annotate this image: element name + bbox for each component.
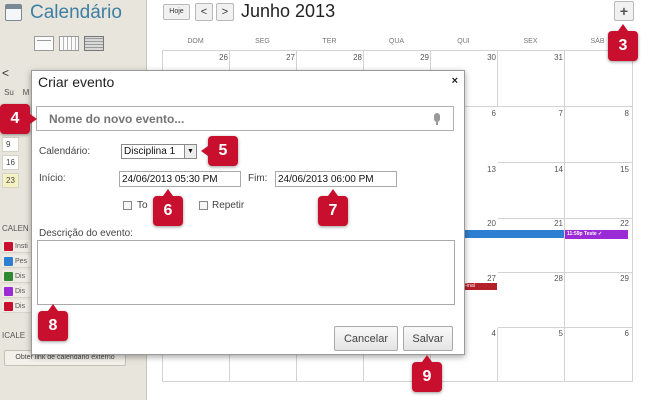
- start-datetime-input[interactable]: [119, 171, 241, 187]
- mini-weekday-header: Su: [4, 88, 14, 97]
- calendar-icon: [5, 4, 22, 21]
- create-event-dialog: Criar evento × Calendário: Disciplina 1 …: [31, 70, 465, 355]
- day-number: 15: [620, 165, 629, 174]
- day-number: 21: [554, 219, 563, 228]
- calendar-list-label: Pes: [15, 258, 28, 265]
- day-number: 27: [286, 53, 295, 62]
- description-label: Descrição do evento:: [39, 228, 133, 239]
- all-day-label: To: [137, 200, 148, 211]
- day-number: 14: [554, 165, 563, 174]
- calendar-select-value: Disciplina 1: [124, 146, 176, 157]
- weekday-header: SEG: [255, 38, 270, 45]
- today-button[interactable]: Hoje: [163, 4, 190, 20]
- checkbox-icon[interactable]: [4, 302, 13, 311]
- checkbox-icon[interactable]: [4, 287, 13, 296]
- weekday-header: DOM: [187, 38, 204, 45]
- prev-month-icon[interactable]: <: [195, 3, 213, 21]
- calendar-event[interactable]: 11:59p Teste ✓: [565, 230, 628, 239]
- callout-badge: 9: [412, 355, 442, 392]
- mini-calendar-prev-icon[interactable]: <: [2, 66, 9, 80]
- repeat-checkbox[interactable]: [199, 201, 208, 210]
- day-number: 7: [558, 109, 563, 118]
- cancel-button[interactable]: Cancelar: [334, 326, 398, 351]
- calendar-label: Calendário:: [39, 146, 91, 157]
- event-name-input[interactable]: [36, 106, 454, 131]
- day-number: 6: [491, 109, 496, 118]
- callout-badge: 8: [38, 304, 68, 341]
- calendar-list-label: Insti: [15, 243, 28, 250]
- day-number: 27: [487, 274, 496, 283]
- day-number: 5: [558, 329, 563, 338]
- end-label: Fim:: [248, 173, 268, 184]
- ical-heading: ICALE: [2, 331, 26, 340]
- calendar-select[interactable]: Disciplina 1 ▼: [121, 144, 197, 159]
- mini-day[interactable]: 16: [2, 155, 19, 170]
- checkbox-icon[interactable]: [4, 257, 13, 266]
- day-number: 29: [620, 274, 629, 283]
- month-view-button[interactable]: [84, 36, 104, 51]
- checkbox-icon[interactable]: [4, 272, 13, 281]
- day-number: 20: [487, 219, 496, 228]
- start-label: Início:: [39, 173, 66, 184]
- day-number: 6: [624, 329, 629, 338]
- checkbox-icon[interactable]: [4, 242, 13, 251]
- mini-day-today[interactable]: 23: [2, 173, 19, 188]
- day-number: 13: [487, 165, 496, 174]
- end-datetime-input[interactable]: [275, 171, 397, 187]
- add-event-button[interactable]: +: [614, 1, 634, 21]
- callout-badge: 3: [608, 24, 638, 61]
- day-number: 29: [420, 53, 429, 62]
- repeat-label: Repetir: [212, 200, 245, 211]
- day-number: 26: [219, 53, 228, 62]
- calendars-heading: CALEN: [2, 224, 29, 233]
- description-textarea[interactable]: [37, 240, 455, 305]
- save-button[interactable]: Salvar: [403, 326, 453, 351]
- mini-day[interactable]: 9: [2, 137, 19, 152]
- calendar-list-label: Dis: [15, 273, 26, 280]
- close-icon[interactable]: ×: [452, 75, 458, 87]
- all-day-checkbox[interactable]: [123, 201, 132, 210]
- day-number: 22: [620, 219, 629, 228]
- month-title: Junho 2013: [241, 1, 336, 21]
- weekday-header: QUA: [388, 38, 405, 45]
- day-number: 31: [554, 53, 563, 62]
- calendar-event[interactable]: [462, 230, 564, 238]
- weekday-header: QUI: [457, 38, 470, 45]
- calendar-list-label: Dis: [15, 288, 26, 295]
- dialog-title: Criar evento: [38, 74, 115, 90]
- day-number: 8: [624, 109, 629, 118]
- day-number: 30: [487, 53, 496, 62]
- day-number: 28: [353, 53, 362, 62]
- calendar-event[interactable]: Final: [462, 283, 497, 290]
- callout-badge: 4: [0, 104, 37, 134]
- day-number: 28: [554, 274, 563, 283]
- dropdown-arrow-icon[interactable]: ▼: [184, 145, 196, 158]
- day-number: 4: [491, 329, 496, 338]
- weekday-header: SEX: [523, 38, 538, 45]
- microphone-icon[interactable]: [434, 113, 440, 125]
- callout-badge: 5: [201, 136, 238, 166]
- callout-badge: 6: [153, 189, 183, 226]
- calendar-list-label: Dis: [15, 303, 26, 310]
- weekday-header: TER: [322, 38, 337, 45]
- app-title: Calendário: [30, 2, 122, 23]
- week-view-button[interactable]: [59, 36, 79, 51]
- day-view-button[interactable]: [34, 36, 54, 51]
- callout-badge: 7: [318, 189, 348, 226]
- next-month-icon[interactable]: >: [216, 3, 234, 21]
